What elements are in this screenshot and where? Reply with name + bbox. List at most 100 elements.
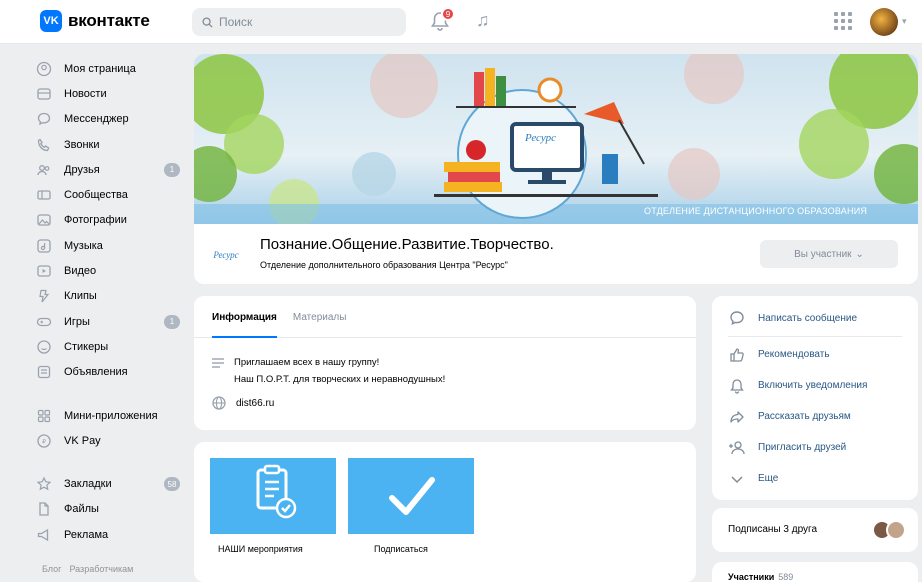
friends-subscribed-card[interactable]: Подписаны 3 друга [712, 508, 918, 552]
news-icon [36, 86, 52, 102]
sidebar-item[interactable]: Видео [36, 258, 186, 283]
member-status-label: Вы участник [794, 248, 852, 260]
website-link[interactable]: dist66.ru [236, 398, 274, 409]
share-icon [728, 408, 746, 426]
chevron-down-icon [728, 470, 746, 488]
info-tabs: Информация Материалы [194, 296, 696, 338]
avatar[interactable] [870, 8, 898, 36]
footer-link-developers[interactable]: Разработчикам [69, 564, 133, 574]
search-input[interactable]: Поиск [192, 8, 406, 36]
sidebar-item[interactable]: Реклама [36, 522, 186, 547]
group-logo[interactable]: Ресурс [204, 240, 248, 270]
chevron-down-icon[interactable]: ▾ [902, 16, 907, 27]
sidebar-item-label: Музыка [64, 239, 103, 252]
friends-icon [36, 162, 52, 178]
video-icon [36, 263, 52, 279]
website-row[interactable]: dist66.ru [212, 396, 274, 410]
tile-events-label[interactable]: НАШИ мероприятия [218, 544, 344, 554]
apps-grid-icon[interactable] [834, 12, 852, 30]
sidebar-item[interactable]: Мессенджер [36, 107, 186, 132]
sidebar-item[interactable]: Файлы [36, 497, 186, 522]
left-sidebar: Моя страница Новости Мессенджер Звонки Друзь… [36, 56, 186, 547]
vk-logo-text: вконтакте [68, 11, 150, 30]
chevron-down-icon: ⌄ [855, 248, 864, 260]
tile-subscribe-label[interactable]: Подписаться [374, 544, 500, 554]
action-recommend[interactable]: Рекомендовать [712, 339, 918, 370]
sidebar-item[interactable]: Друзья 1 [36, 157, 186, 182]
sidebar-item-label: Звонки [64, 138, 100, 151]
sidebar-item[interactable]: Моя страница [36, 56, 186, 81]
cover-caption: ОТДЕЛЕНИЕ ДИСТАНЦИОННОГО ОБРАЗОВАНИЯ [644, 206, 868, 216]
vkpay-icon: ₽ [36, 433, 52, 449]
sidebar-item-label: Стикеры [64, 340, 109, 353]
actions-card: Написать сообщение Рекомендовать Включит… [712, 296, 918, 500]
vk-logo[interactable]: VK вконтакте [40, 10, 150, 32]
member-status-button[interactable]: Вы участник ⌄ [760, 240, 898, 268]
action-share[interactable]: Рассказать друзьям [712, 401, 918, 432]
group-cover: Ресурс ОТДЕЛЕНИЕ ДИСТАНЦИОННОГО ОБРАЗОВА… [194, 54, 918, 224]
links-card: НАШИ мероприятия Подписаться [194, 442, 696, 582]
tab-info[interactable]: Информация [212, 312, 277, 338]
sidebar-item[interactable]: Сообщества [36, 182, 186, 207]
megaphone-icon [36, 527, 52, 543]
sidebar-item[interactable]: Стикеры [36, 334, 186, 359]
sidebar-item[interactable]: Фотографии [36, 208, 186, 233]
footer-link-blog[interactable]: Блог [42, 564, 61, 574]
action-label: Написать сообщение [758, 312, 858, 324]
clipboard-check-icon [256, 464, 297, 519]
sidebar-item[interactable]: Объявления [36, 360, 186, 385]
svg-text:₽: ₽ [42, 438, 46, 445]
message-icon [36, 111, 52, 127]
ads-icon [36, 364, 52, 380]
sidebar-item[interactable]: ₽ VK Pay [36, 428, 186, 453]
sidebar-item-label: Реклама [64, 528, 109, 541]
notification-badge: 9 [441, 7, 455, 21]
sidebar-item[interactable]: Игры 1 [36, 309, 186, 334]
action-write-message[interactable]: Написать сообщение [712, 304, 918, 332]
top-header: VK вконтакте Поиск 9 ♫ ▾ [0, 0, 922, 44]
sidebar-item-label: Мини-приложения [64, 409, 158, 422]
info-card: Информация Материалы Приглашаем всех в н… [194, 296, 696, 430]
friend-avatar [886, 520, 906, 540]
sidebar-item-label: Видео [64, 265, 97, 278]
sidebar-item[interactable]: Звонки [36, 132, 186, 157]
description: Приглашаем всех в нашу группу! Наш П.О.Р… [212, 354, 445, 388]
tile-subscribe[interactable] [348, 458, 474, 534]
sticker-icon [36, 339, 52, 355]
music-icon[interactable]: ♫ [476, 10, 490, 31]
action-label: Еще [758, 473, 779, 484]
sidebar-item-label: Объявления [64, 366, 128, 379]
action-invite[interactable]: Пригласить друзей [712, 432, 918, 463]
action-label: Включить уведомления [758, 380, 868, 391]
message-icon [728, 309, 746, 327]
action-label: Рекомендовать [758, 349, 830, 360]
sidebar-item-label: Клипы [64, 290, 97, 303]
sidebar-item[interactable]: Закладки 58 [36, 471, 186, 496]
clips-icon [36, 288, 52, 304]
tile-events[interactable] [210, 458, 336, 534]
search-icon [202, 16, 213, 28]
sidebar-item-label: Новости [64, 87, 107, 100]
action-more[interactable]: Еще [712, 463, 918, 494]
apps-icon [36, 408, 52, 424]
sidebar-item-label: Друзья [64, 163, 100, 176]
action-label: Рассказать друзьям [758, 411, 851, 422]
sidebar-item[interactable]: Мини-приложения [36, 403, 186, 428]
sidebar-item-label: Игры [64, 315, 90, 328]
group-subtitle: Отделение дополнительного образования Це… [260, 260, 508, 270]
group-title: Познание.Общение.Развитие.Творчество. [260, 236, 554, 253]
action-label: Пригласить друзей [758, 442, 847, 453]
sidebar-item-label: Моя страница [64, 62, 136, 75]
tab-materials[interactable]: Материалы [293, 312, 347, 337]
sidebar-item[interactable]: Новости [36, 81, 186, 106]
members-card[interactable]: Участники 589 [712, 562, 918, 582]
search-placeholder: Поиск [219, 15, 253, 29]
checkmark-icon [389, 477, 435, 515]
sidebar-item[interactable]: Клипы [36, 284, 186, 309]
sidebar-item-label: Сообщества [64, 189, 128, 202]
sidebar-item[interactable]: Музыка [36, 233, 186, 258]
members-count: 589 [778, 572, 794, 582]
communities-icon [36, 187, 52, 203]
action-notifications[interactable]: Включить уведомления [712, 370, 918, 401]
photo-icon [36, 212, 52, 228]
